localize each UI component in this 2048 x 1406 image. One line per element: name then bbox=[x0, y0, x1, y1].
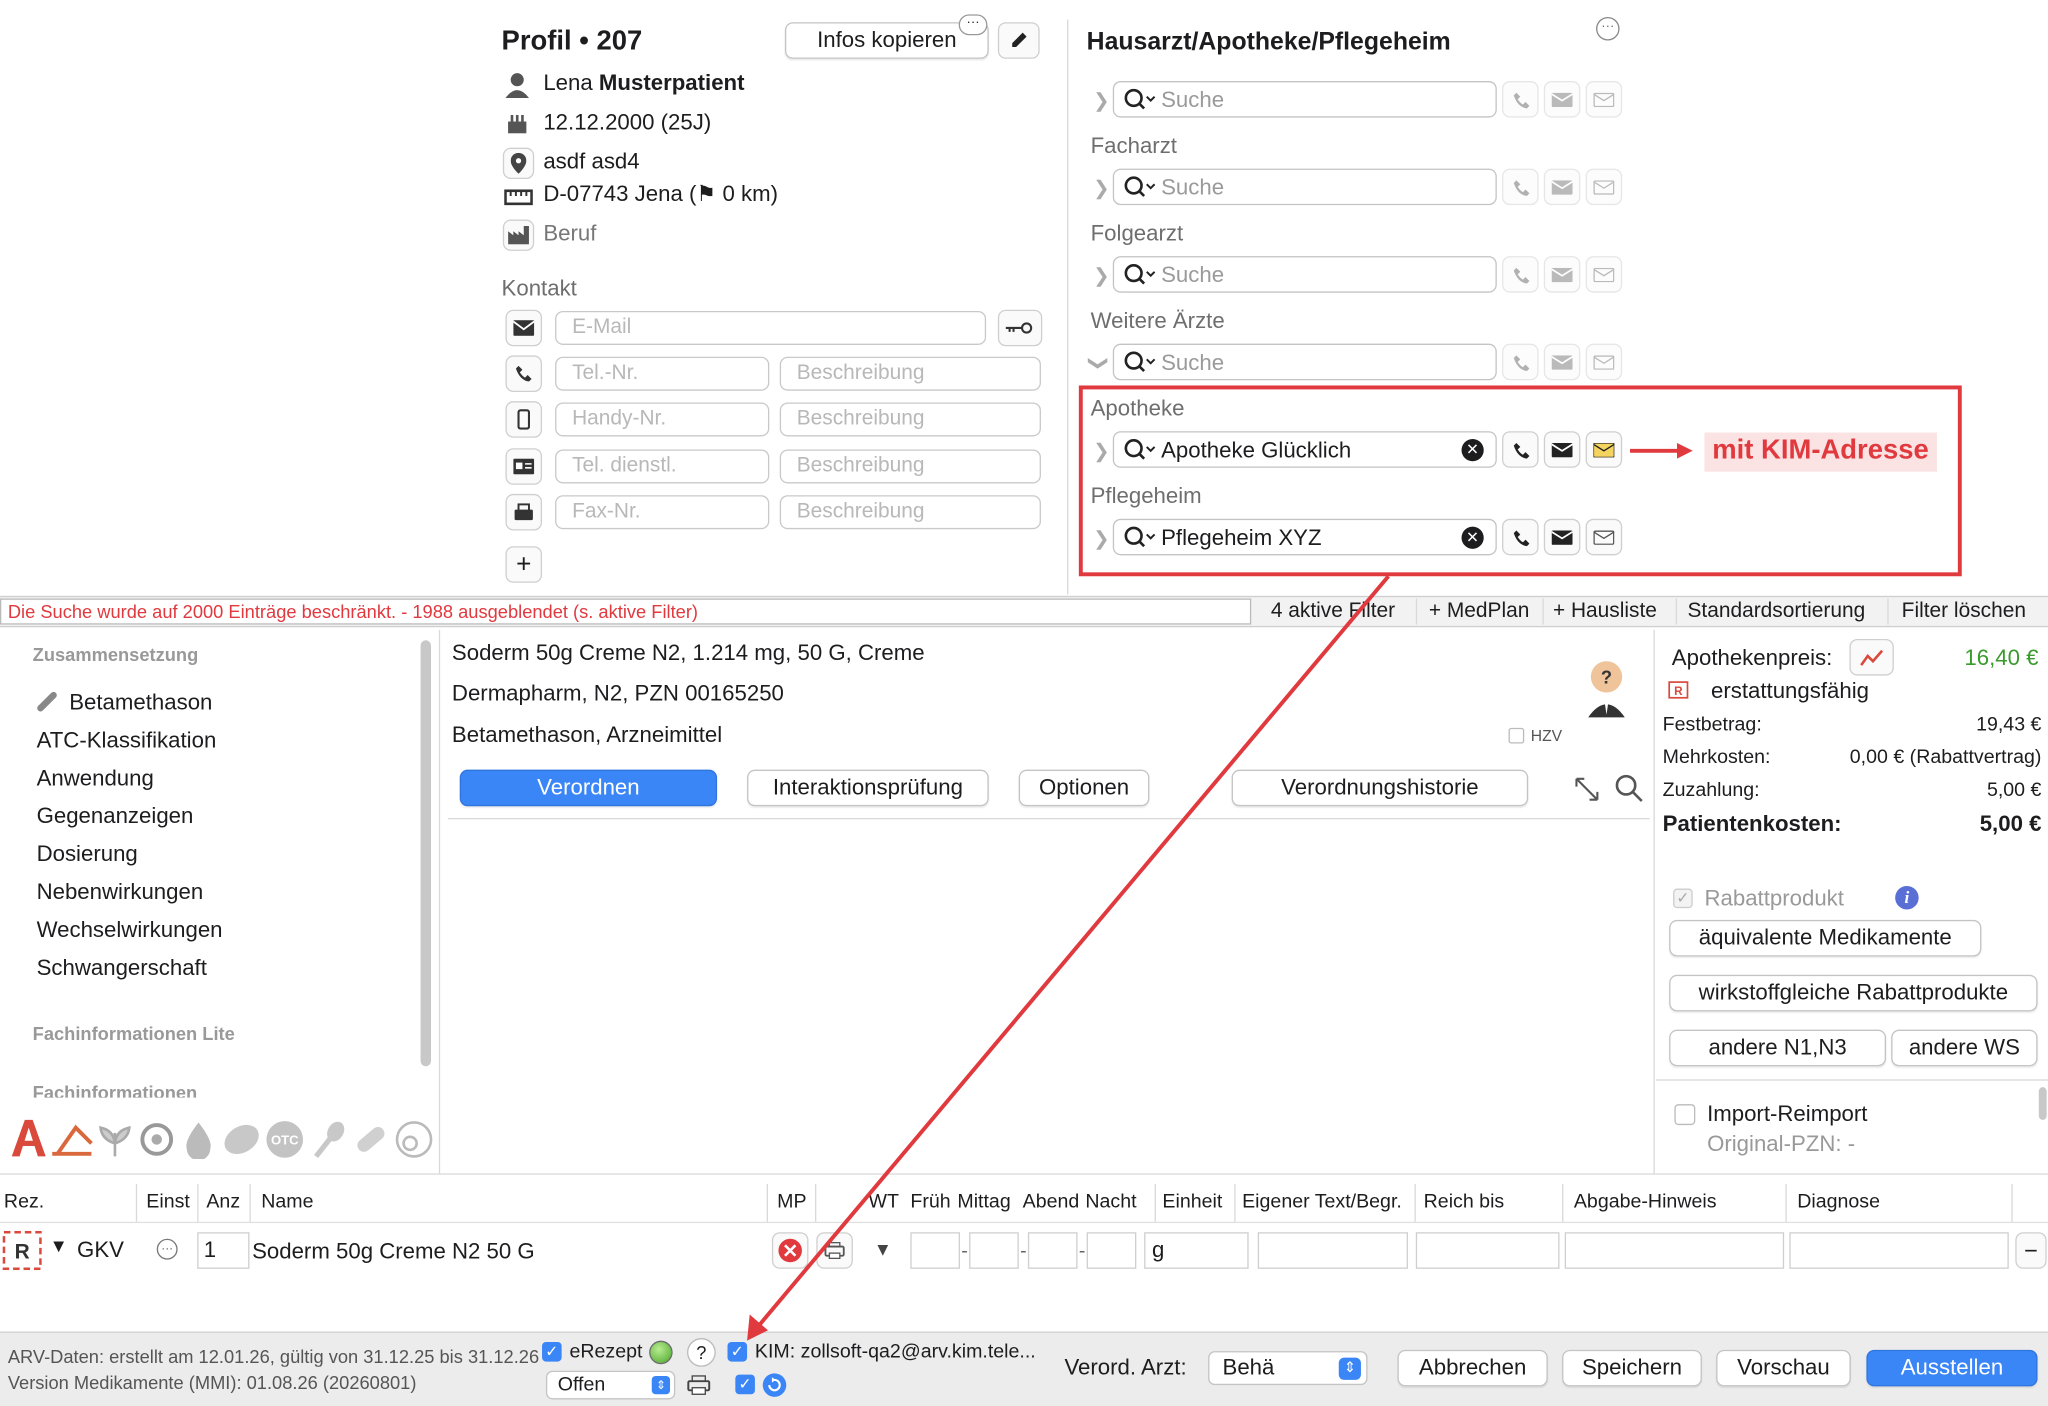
app-window: Profil • 207 Infos kopieren ··· Lena Mus… bbox=[0, 0, 2048, 1406]
annotation-arrow bbox=[747, 574, 1390, 1341]
